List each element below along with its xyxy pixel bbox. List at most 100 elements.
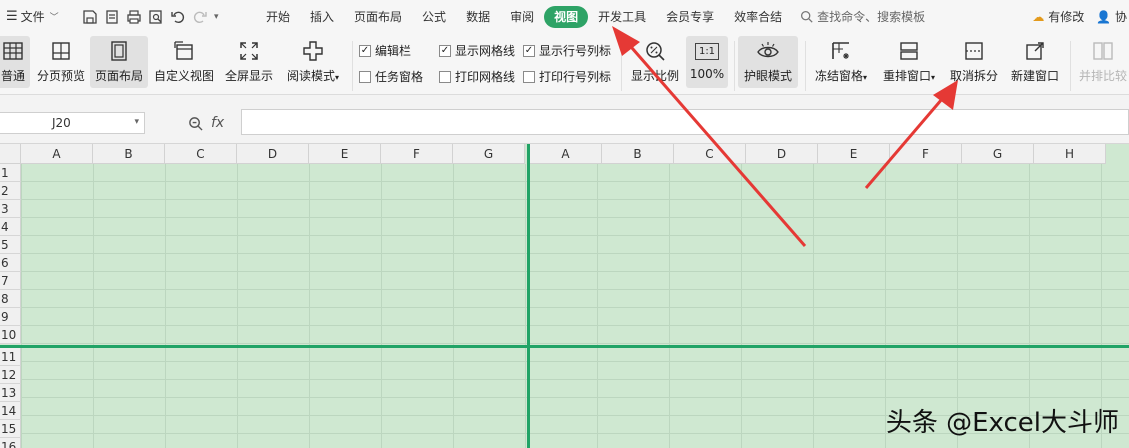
- checkbox-unchecked-icon: [523, 70, 535, 83]
- show-headings-checkbox[interactable]: ✓ 显示行号列标: [523, 42, 611, 59]
- row-header-12[interactable]: 12: [0, 366, 21, 384]
- reading-mode-button[interactable]: 阅读模式▾: [282, 36, 344, 88]
- row-header-15[interactable]: 15: [0, 420, 21, 438]
- arrange-windows-button[interactable]: 重排窗口▾: [878, 36, 940, 88]
- horizontal-split-bar[interactable]: [0, 345, 1129, 348]
- page-layout-icon: [111, 41, 127, 61]
- file-menu[interactable]: ☰ 文件 ﹀: [0, 0, 74, 33]
- collaborate-button[interactable]: 👤 协: [1096, 8, 1127, 25]
- column-header-right-a[interactable]: A: [530, 144, 602, 164]
- zoom-ratio-button[interactable]: 显示比例: [628, 36, 682, 88]
- reading-mode-label: 阅读模式: [286, 69, 335, 83]
- modified-label: 有修改: [1048, 10, 1085, 24]
- row-header-13[interactable]: 13: [0, 384, 21, 402]
- row-header-9[interactable]: 9: [0, 308, 21, 326]
- row-header-2[interactable]: 2: [0, 182, 21, 200]
- normal-view-button[interactable]: 普通: [0, 36, 30, 88]
- ribbon-divider: [352, 41, 353, 91]
- row-header-10[interactable]: 10: [0, 326, 21, 344]
- function-icon[interactable]: fx: [211, 115, 224, 131]
- tab-developer[interactable]: 开发工具: [588, 6, 656, 28]
- collaborate-label: 协: [1114, 10, 1127, 24]
- column-header-right-e[interactable]: E: [818, 144, 890, 164]
- grid-icon: [3, 42, 23, 60]
- column-header-left-e[interactable]: E: [309, 144, 381, 164]
- column-header-right-g[interactable]: G: [962, 144, 1034, 164]
- tab-page-layout[interactable]: 页面布局: [344, 6, 412, 28]
- vertical-split-bar[interactable]: [527, 144, 530, 448]
- column-header-right-h[interactable]: H: [1034, 144, 1106, 164]
- new-window-button[interactable]: 新建窗口: [1006, 36, 1064, 88]
- column-header-right-f[interactable]: F: [890, 144, 962, 164]
- row-header-14[interactable]: 14: [0, 402, 21, 420]
- customize-toolbar-icon[interactable]: ▾: [214, 12, 219, 22]
- column-header-left-a[interactable]: A: [21, 144, 93, 164]
- checkbox-checked-icon: ✓: [523, 44, 535, 57]
- arrange-windows-label: 重排窗口: [882, 69, 931, 83]
- formula-bar: J20 ▾ fx: [0, 95, 1129, 144]
- full-screen-button[interactable]: 全屏显示: [222, 36, 276, 88]
- column-header-left-b[interactable]: B: [93, 144, 165, 164]
- ribbon-tabs: 开始 插入 页面布局 公式 数据 审阅 视图 开发工具 会员专享 效率合结: [256, 0, 792, 33]
- cancel-split-button[interactable]: 取消拆分: [946, 36, 1002, 88]
- tab-view[interactable]: 视图: [544, 5, 589, 28]
- custom-view-icon: [174, 41, 193, 60]
- row-header-16[interactable]: 16: [0, 438, 21, 448]
- row-header-4[interactable]: 4: [0, 218, 21, 236]
- modified-indicator[interactable]: ☁ 有修改: [1032, 8, 1084, 25]
- edit-bar-checkbox[interactable]: ✓ 编辑栏: [359, 42, 411, 59]
- row-header-3[interactable]: 3: [0, 200, 21, 218]
- row-header-5[interactable]: 5: [0, 236, 21, 254]
- zoom-100-button[interactable]: 1:1 100%: [686, 36, 728, 88]
- column-header-left-g[interactable]: G: [453, 144, 525, 164]
- column-header-right-b[interactable]: B: [602, 144, 674, 164]
- column-header-right-c[interactable]: C: [674, 144, 746, 164]
- tab-home[interactable]: 开始: [256, 6, 300, 28]
- tab-member[interactable]: 会员专享: [656, 6, 724, 28]
- cell-reference: J20: [52, 116, 71, 130]
- name-box[interactable]: J20 ▾: [0, 112, 145, 134]
- tab-insert[interactable]: 插入: [300, 6, 344, 28]
- save-icon[interactable]: [82, 9, 98, 25]
- show-headings-label: 显示行号列标: [539, 44, 612, 58]
- side-by-side-button[interactable]: 并排比较: [1075, 36, 1129, 88]
- row-header-1[interactable]: 1: [0, 164, 21, 182]
- redo-icon[interactable]: [192, 9, 208, 25]
- command-search[interactable]: 查找命令、搜索模板: [800, 8, 950, 25]
- column-header-left-f[interactable]: F: [381, 144, 453, 164]
- print-gridlines-checkbox[interactable]: 打印网格线: [439, 68, 515, 85]
- eye-protection-label: 护眼模式: [743, 69, 792, 83]
- column-header-left-c[interactable]: C: [165, 144, 237, 164]
- task-pane-checkbox[interactable]: 任务窗格: [359, 68, 423, 85]
- print-headings-label: 打印行号列标: [539, 70, 612, 84]
- page-break-preview-button[interactable]: 分页预览: [36, 36, 86, 88]
- print-headings-checkbox[interactable]: 打印行号列标: [523, 68, 611, 85]
- column-header-right-d[interactable]: D: [746, 144, 818, 164]
- print-icon[interactable]: [126, 9, 142, 25]
- undo-icon[interactable]: [170, 9, 186, 25]
- freeze-panes-button[interactable]: 冻结窗格▾: [810, 36, 872, 88]
- tab-review[interactable]: 审阅: [500, 6, 544, 28]
- row-header-7[interactable]: 7: [0, 272, 21, 290]
- print-preview-icon[interactable]: [148, 9, 164, 25]
- zoom-search-icon[interactable]: [188, 116, 203, 131]
- tab-formulas[interactable]: 公式: [412, 6, 456, 28]
- formula-input[interactable]: [241, 109, 1129, 135]
- show-gridlines-checkbox[interactable]: ✓ 显示网格线: [439, 42, 515, 59]
- tab-efficiency[interactable]: 效率合结: [724, 6, 792, 28]
- custom-view-button[interactable]: 自定义视图: [152, 36, 216, 88]
- page-layout-view-button[interactable]: 页面布局: [90, 36, 148, 88]
- row-header-11[interactable]: 11: [0, 348, 21, 366]
- column-header-left-d[interactable]: D: [237, 144, 309, 164]
- row-header-8[interactable]: 8: [0, 290, 21, 308]
- chevron-down-icon: ﹀: [49, 13, 59, 23]
- file-menu-label: 文件: [20, 10, 45, 24]
- eye-protection-button[interactable]: 护眼模式: [738, 36, 798, 88]
- checkbox-unchecked-icon: [359, 70, 371, 83]
- tab-data[interactable]: 数据: [456, 6, 500, 28]
- export-pdf-icon[interactable]: [104, 9, 120, 25]
- page-break-icon: [52, 42, 70, 60]
- select-all-corner[interactable]: [0, 144, 21, 164]
- chevron-down-icon[interactable]: ▾: [134, 117, 139, 127]
- row-header-6[interactable]: 6: [0, 254, 21, 272]
